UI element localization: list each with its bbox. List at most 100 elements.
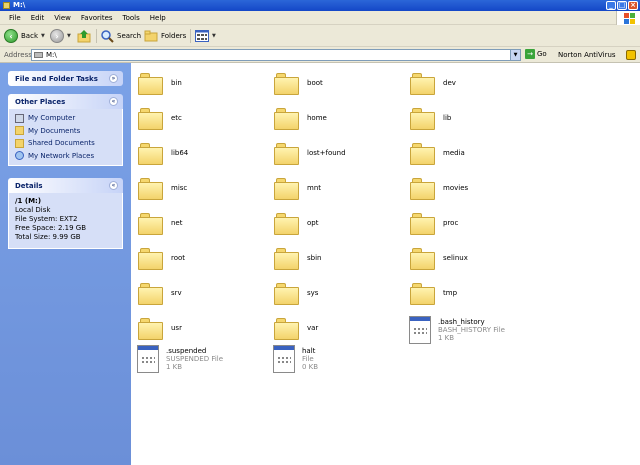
folder-icon — [137, 246, 164, 271]
folder-item[interactable]: proc — [409, 211, 529, 241]
file-item[interactable]: halt File 0 KB — [273, 345, 393, 375]
chevron-down-icon: ▼ — [212, 33, 216, 39]
folder-item[interactable]: root — [137, 246, 257, 276]
back-arrow-icon: ‹ — [4, 29, 18, 43]
chevron-down-icon[interactable]: » — [109, 74, 118, 83]
folder-icon — [273, 71, 300, 96]
menu-favorites[interactable]: Favorites — [76, 14, 118, 22]
views-button[interactable]: ▼ — [195, 28, 216, 44]
norton-antivirus-icon[interactable] — [626, 50, 636, 60]
menu-edit[interactable]: Edit — [26, 14, 50, 22]
file-icon — [137, 345, 159, 373]
folder-item[interactable]: bin — [137, 71, 257, 101]
folder-item[interactable]: movies — [409, 176, 529, 206]
folder-item[interactable]: opt — [273, 211, 393, 241]
minimize-button[interactable]: _ — [606, 1, 616, 10]
file-icon-grid-mask — [414, 326, 427, 336]
other-place-my-documents[interactable]: My Documents — [15, 125, 116, 138]
total-size: Total Size: 9.99 GB — [15, 233, 81, 241]
folder-name: opt — [307, 219, 319, 227]
search-label: Search — [117, 32, 142, 40]
folder-name: sys — [307, 289, 319, 297]
folder-icon-body — [138, 322, 163, 340]
go-button[interactable]: → Go — [525, 49, 547, 59]
folder-item[interactable]: lost+found — [273, 141, 393, 171]
folder-item[interactable]: net — [137, 211, 257, 241]
panel-title: Other Places — [15, 98, 66, 106]
folder-name: boot — [307, 79, 323, 87]
folder-icon — [137, 316, 164, 341]
views-icon — [195, 30, 209, 42]
folder-icon-body — [274, 112, 299, 130]
folder-item[interactable]: lib64 — [137, 141, 257, 171]
details-header[interactable]: Details « — [8, 178, 123, 193]
folder-name: root — [171, 254, 186, 262]
other-place-my-network-places[interactable]: My Network Places — [15, 150, 116, 163]
menu-file[interactable]: File — [4, 14, 26, 22]
folder-icon — [409, 106, 436, 131]
folder-name: movies — [443, 184, 469, 192]
file-folder-tasks-header[interactable]: File and Folder Tasks » — [8, 71, 123, 86]
chevron-up-icon[interactable]: « — [109, 97, 118, 106]
file-folder-tasks-panel: File and Folder Tasks » — [8, 71, 123, 86]
folder-icon-body — [138, 147, 163, 165]
file-system: File System: EXT2 — [15, 215, 78, 223]
address-label: Address — [4, 51, 32, 59]
other-place-shared-documents[interactable]: Shared Documents — [15, 137, 116, 150]
up-folder-icon — [77, 30, 91, 43]
folder-item[interactable]: selinux — [409, 246, 529, 276]
address-input[interactable]: M:\ ▼ — [31, 49, 521, 61]
folder-name: dev — [443, 79, 456, 87]
folder-name: usr — [171, 324, 182, 332]
chevron-up-icon[interactable]: « — [109, 181, 118, 190]
folder-name: net — [171, 219, 183, 227]
folder-name: selinux — [443, 254, 468, 262]
close-button[interactable]: × — [628, 1, 638, 10]
folder-item[interactable]: boot — [273, 71, 393, 101]
folder-item[interactable]: dev — [409, 71, 529, 101]
search-button[interactable]: Search — [100, 28, 141, 44]
folder-icon-body — [138, 112, 163, 130]
other-place-my-computer[interactable]: My Computer — [15, 112, 116, 125]
folder-item[interactable]: media — [409, 141, 529, 171]
file-type: File — [302, 355, 314, 363]
menu-help[interactable]: Help — [145, 14, 171, 22]
address-bar: Address M:\ ▼ → Go Norton AntiVirus — [0, 47, 640, 63]
title-bar: M:\ _ □ × — [0, 0, 640, 11]
folder-item[interactable]: var — [273, 316, 393, 346]
back-button[interactable]: ‹ Back ▼ — [4, 28, 45, 44]
folder-name: var — [307, 324, 319, 332]
folder-item[interactable]: home — [273, 106, 393, 136]
file-item[interactable]: .bash_history BASH_HISTORY File 1 KB — [409, 316, 529, 346]
file-list-view[interactable]: bin boot dev etc home lib lib64 lost+found media… — [131, 63, 640, 465]
menu-tools[interactable]: Tools — [118, 14, 145, 22]
maximize-button[interactable]: □ — [617, 1, 627, 10]
folder-item[interactable]: srv — [137, 281, 257, 311]
details-panel: Details « /1 (M:) Local Disk File System… — [8, 178, 123, 249]
folder-item[interactable]: lib — [409, 106, 529, 136]
file-size: 1 KB — [166, 363, 183, 371]
file-type: SUSPENDED File — [166, 355, 224, 363]
file-icon-titlebar — [274, 346, 294, 350]
other-places-header[interactable]: Other Places « — [8, 94, 123, 109]
folder-icon — [409, 246, 436, 271]
folder-icon-body — [274, 182, 299, 200]
folder-item[interactable]: etc — [137, 106, 257, 136]
norton-antivirus-label[interactable]: Norton AntiVirus — [558, 51, 616, 59]
folder-icon-body — [410, 287, 435, 305]
folder-item[interactable]: mnt — [273, 176, 393, 206]
address-dropdown-button[interactable]: ▼ — [510, 50, 520, 60]
folder-item[interactable]: tmp — [409, 281, 529, 311]
menu-view[interactable]: View — [49, 14, 76, 22]
folder-item[interactable]: sys — [273, 281, 393, 311]
folder-name: lib64 — [171, 149, 189, 157]
folders-button[interactable]: Folders — [144, 28, 186, 44]
folder-item[interactable]: sbin — [273, 246, 393, 276]
folder-item[interactable]: misc — [137, 176, 257, 206]
folder-item[interactable]: usr — [137, 316, 257, 346]
file-item[interactable]: .suspended SUSPENDED File 1 KB — [137, 345, 257, 375]
up-folder-button[interactable] — [77, 28, 92, 44]
forward-button[interactable]: › ▼ — [50, 28, 71, 44]
file-icon — [273, 345, 295, 373]
folders-label: Folders — [161, 32, 187, 40]
